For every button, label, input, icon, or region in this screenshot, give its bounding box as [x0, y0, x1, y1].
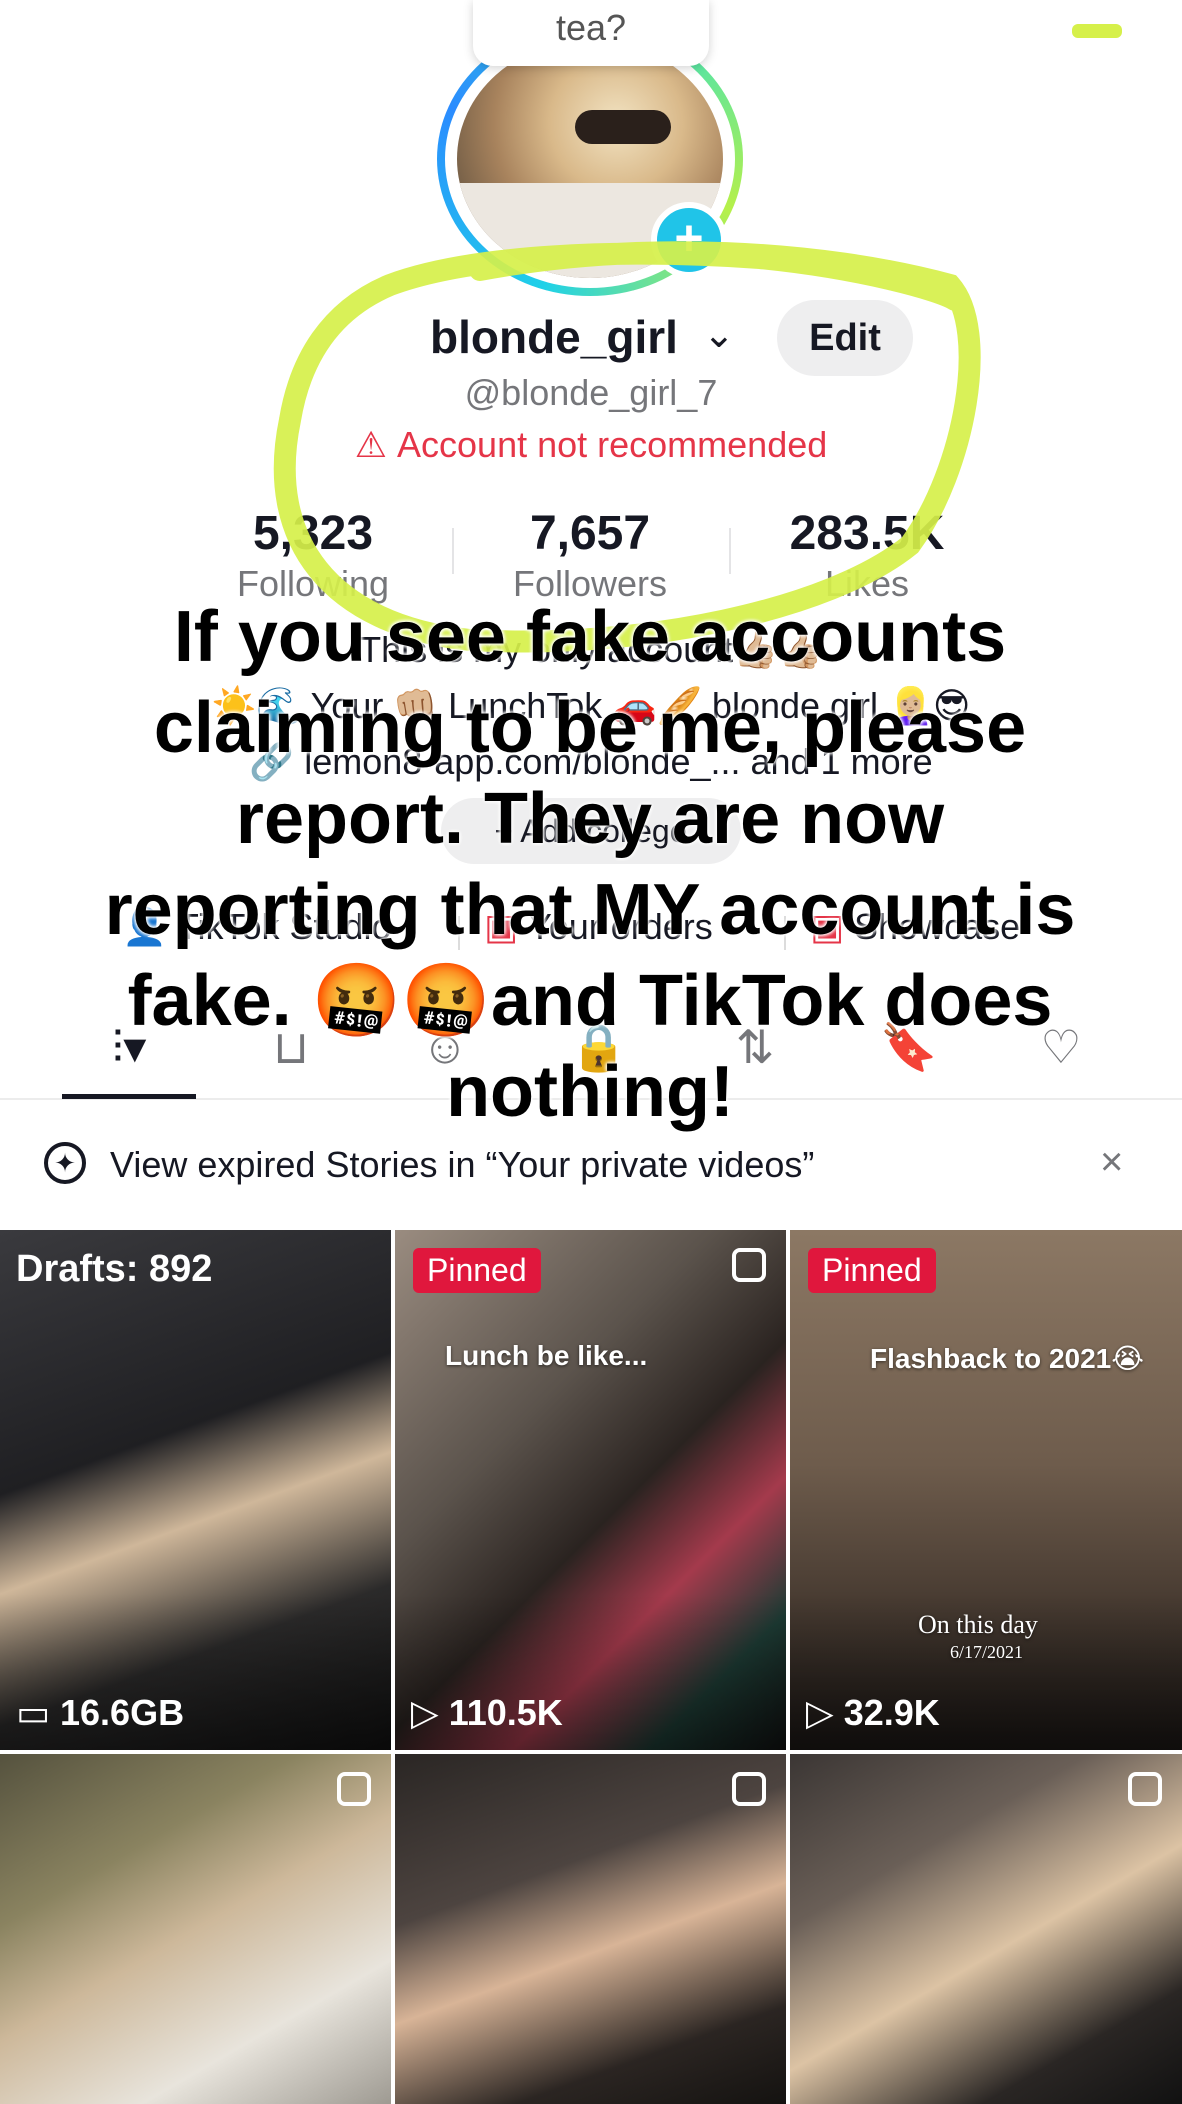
username[interactable]: blonde_girl [430, 310, 678, 364]
stat-divider [452, 528, 454, 574]
handle: @blonde_girl_7 [464, 372, 718, 413]
pinned-badge: Pinned [808, 1248, 936, 1293]
stat-following[interactable]: 5,323 Following [183, 506, 443, 605]
video-grid: Drafts: 892 ▭ 16.6GB Pinned Lunch be lik… [0, 1230, 1182, 2104]
video-caption: Flashback to 2021😭 [870, 1343, 1144, 1374]
drafts-tile[interactable]: Drafts: 892 ▭ 16.6GB [0, 1230, 391, 1750]
account-warning[interactable]: ⚠ Account not recommended [0, 424, 1182, 466]
multi-photo-icon [732, 1772, 766, 1806]
profile-stats: 5,323 Following 7,657 Followers 283.5K L… [0, 506, 1182, 606]
stat-following-value: 5,323 [252, 507, 374, 560]
video-caption: On this day [918, 1610, 1038, 1639]
video-tile[interactable] [0, 1754, 391, 2104]
drafts-count: Drafts: 892 [16, 1248, 213, 1290]
tile-stat-value: 32.9K [843, 1692, 940, 1733]
highlight-mark [1072, 24, 1122, 38]
banner-text: View expired Stories in “Your private vi… [110, 1144, 815, 1185]
multi-photo-icon [1128, 1772, 1162, 1806]
username-row: blonde_girl ⌄ Edit [0, 300, 1182, 380]
video-caption: 6/17/2021 [950, 1642, 1024, 1662]
storage-icon: ▭ [16, 1692, 61, 1733]
multi-photo-icon [732, 1248, 766, 1282]
play-icon: ▷ [806, 1692, 844, 1733]
video-tile[interactable] [395, 1754, 786, 2104]
tile-stat: ▭ 16.6GB [16, 1692, 184, 1734]
video-tile[interactable]: Pinned Lunch be like... ▷ 110.5K [395, 1230, 786, 1750]
add-story-icon[interactable]: + [651, 202, 727, 278]
stat-divider [729, 528, 731, 574]
tile-stat: ▷ 110.5K [411, 1692, 563, 1734]
close-icon[interactable]: × [1100, 1140, 1123, 1185]
caption-overlay: If you see fake accounts claiming to be … [104, 597, 1076, 1132]
tile-stat-value: 110.5K [448, 1692, 563, 1733]
multi-photo-icon [337, 1772, 371, 1806]
expired-stories-banner[interactable]: ✦ View expired Stories in “Your private … [0, 1128, 1182, 1202]
video-caption: Lunch be like... [445, 1340, 648, 1371]
stat-followers-value: 7,657 [529, 507, 651, 560]
stat-likes-value: 283.5K [789, 507, 945, 560]
stat-likes[interactable]: 283.5K Likes [737, 506, 997, 605]
tile-stat: ▷ 32.9K [806, 1692, 940, 1734]
stat-followers[interactable]: 7,657 Followers [460, 506, 720, 605]
chevron-down-icon[interactable]: ⌄ [703, 312, 735, 357]
edit-profile-button[interactable]: Edit [777, 300, 913, 376]
account-warning-text: Account not recommended [397, 424, 828, 465]
note-bubble[interactable]: tea? [473, 0, 709, 66]
sparkle-icon: ✦ [44, 1142, 86, 1184]
video-tile[interactable] [790, 1754, 1182, 2104]
pinned-badge: Pinned [413, 1248, 541, 1293]
video-tile[interactable]: Pinned Flashback to 2021😭 On this day 6/… [790, 1230, 1182, 1750]
play-icon: ▷ [411, 1692, 449, 1733]
tile-stat-value: 16.6GB [60, 1692, 185, 1733]
warning-icon: ⚠ [354, 424, 388, 465]
avatar-sunglasses [575, 110, 671, 144]
